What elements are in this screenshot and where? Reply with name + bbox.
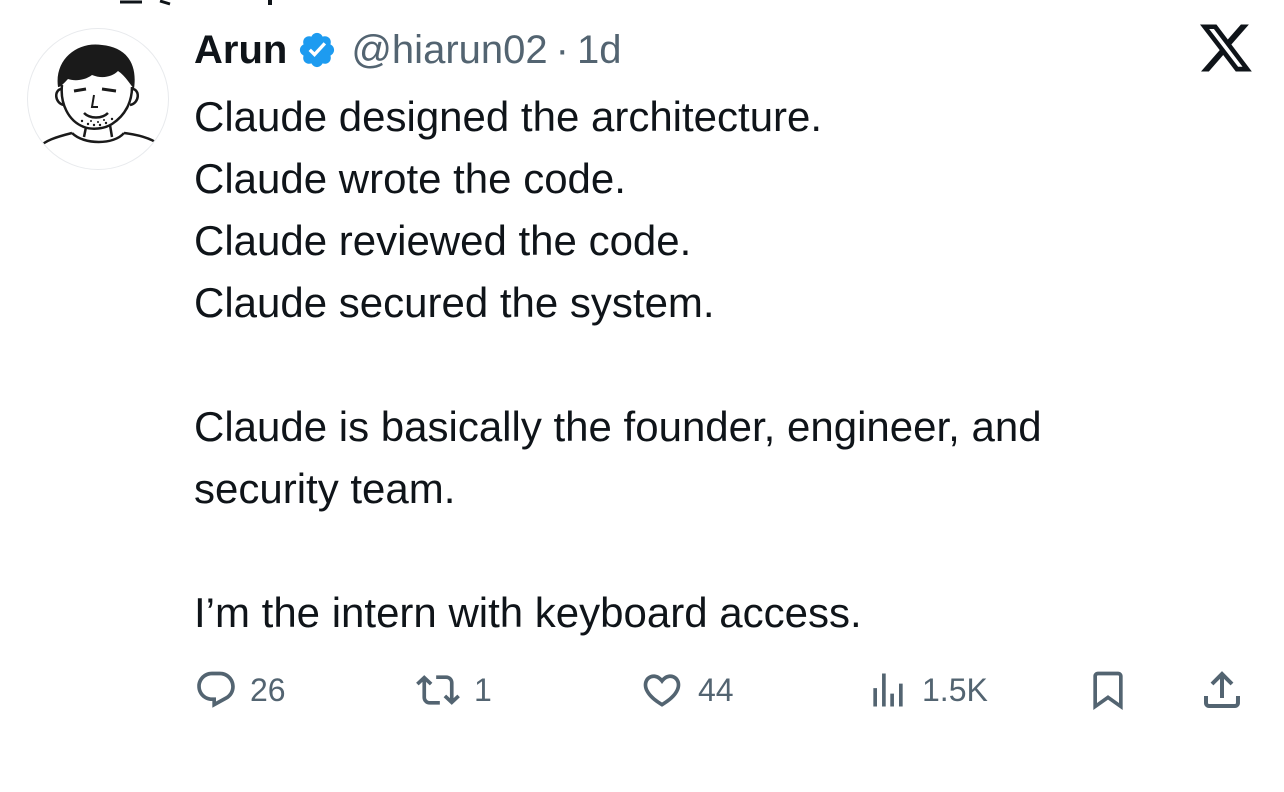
tweet-text-line: security team. — [194, 465, 456, 512]
tweet-text-line: Claude reviewed the code. — [194, 217, 692, 264]
views-count: 1.5K — [922, 671, 988, 708]
views-button[interactable]: 1.5K — [866, 664, 988, 716]
share-button[interactable] — [1198, 664, 1258, 716]
like-button[interactable]: 44 — [638, 664, 734, 716]
top-edge-fragment — [120, 0, 272, 6]
tweet-text-line: Claude wrote the code. — [194, 155, 626, 202]
tweet-text-line: I’m the intern with keyboard access. — [194, 589, 862, 636]
like-count: 44 — [698, 671, 734, 708]
share-icon — [1198, 666, 1246, 714]
tweet-text-line: Claude secured the system. — [194, 279, 715, 326]
tweet-text-line: Claude is basically the founder, enginee… — [194, 403, 1042, 450]
repost-icon — [414, 668, 462, 712]
views-icon — [866, 668, 910, 712]
bookmark-button[interactable] — [1086, 664, 1142, 716]
heart-icon — [638, 668, 686, 712]
tweet-header: Arun @hiarun02 · 1d — [194, 24, 621, 76]
tweet-text-line: Claude designed the architecture. — [194, 93, 823, 140]
header-separator: · — [555, 27, 569, 72]
x-logo-icon[interactable] — [1200, 24, 1252, 72]
tweet-text: Claude designed the architecture. Claude… — [194, 86, 1254, 644]
reply-icon — [194, 668, 238, 712]
repost-count: 1 — [474, 671, 492, 708]
tweet-actions: 26 1 44 1.5K — [194, 664, 1254, 716]
author-name[interactable]: Arun — [194, 28, 287, 73]
reply-button[interactable]: 26 — [194, 664, 286, 716]
verified-badge-icon — [300, 32, 335, 68]
avatar[interactable] — [27, 28, 169, 170]
repost-button[interactable]: 1 — [414, 664, 492, 716]
reply-count: 26 — [250, 671, 286, 708]
author-handle[interactable]: @hiarun02 — [351, 28, 547, 73]
bookmark-icon — [1086, 666, 1130, 714]
tweet-timestamp[interactable]: 1d — [577, 28, 622, 73]
